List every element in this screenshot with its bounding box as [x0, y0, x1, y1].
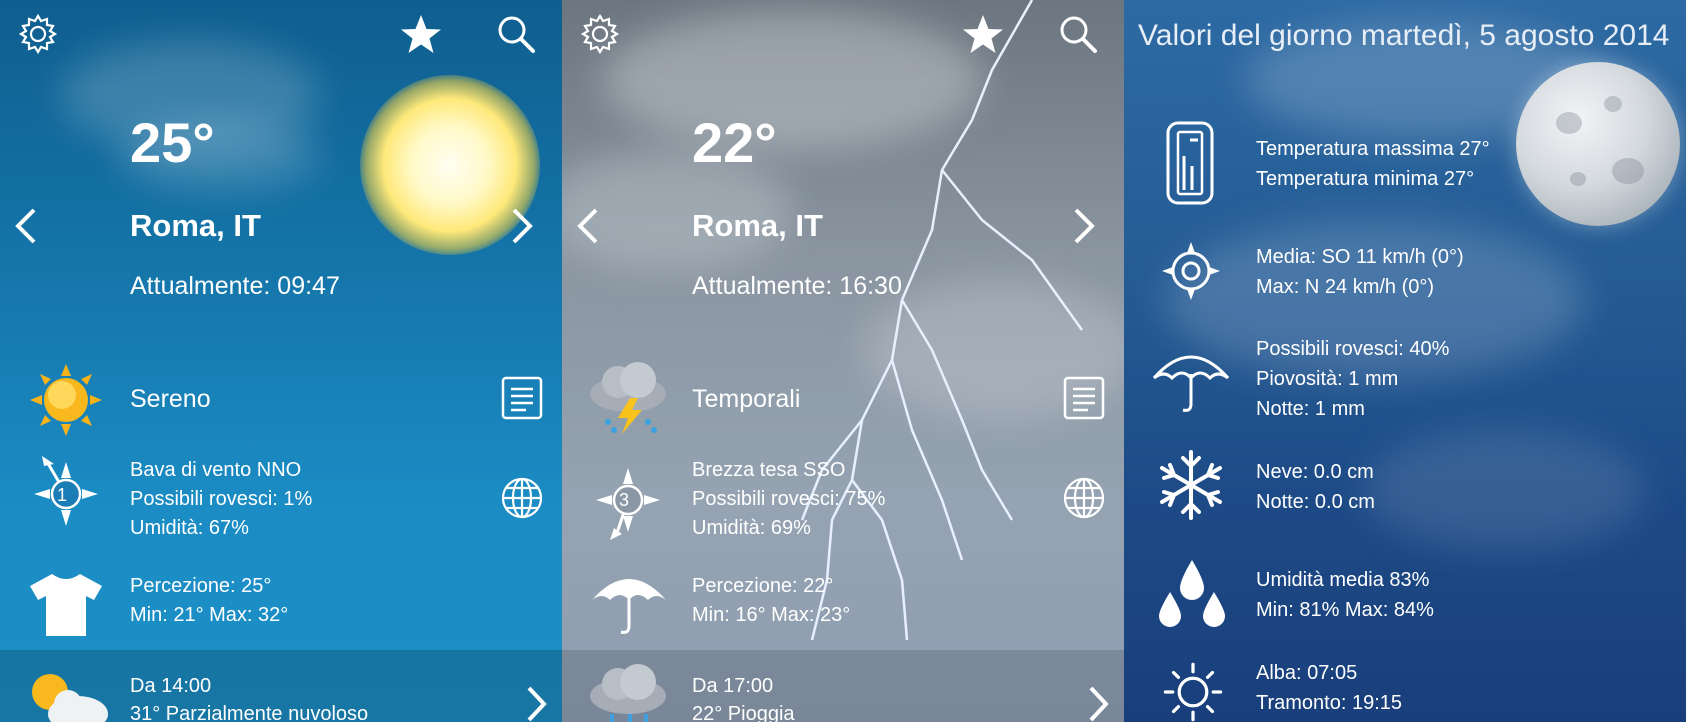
snowflake-icon — [1160, 450, 1222, 520]
night-rainfall: Notte: 1 mm — [1256, 398, 1365, 420]
screen-storm: 22° Roma, IT Attualmente: 16:30 Temporal… — [562, 0, 1124, 722]
snow-amount: Neve: 0.0 cm — [1256, 461, 1374, 483]
current-temperature: 22° — [692, 111, 777, 174]
sun-outline-icon — [1163, 662, 1223, 722]
condition-label: Temporali — [692, 385, 801, 413]
max-wind: Max: N 24 km/h (0°) — [1256, 276, 1435, 298]
wind-force: 3 — [619, 490, 630, 510]
partly-cloudy-icon — [32, 674, 108, 722]
tshirt-icon — [30, 574, 102, 636]
compass-icon — [1162, 242, 1220, 300]
moon-illustration — [1516, 62, 1680, 226]
forecast-summary: 22° Pioggia — [692, 703, 795, 722]
rainfall: Piovosità: 1 mm — [1256, 368, 1399, 390]
wind-details: Bava di vento NNO Possibili rovesci: 1% … — [130, 456, 312, 543]
star-icon[interactable] — [960, 12, 1006, 58]
condition-label: Sereno — [130, 385, 211, 413]
moon-crater — [1570, 172, 1586, 186]
moon-crater — [1612, 158, 1644, 184]
search-icon[interactable] — [1056, 12, 1100, 56]
current-temperature: 25° — [130, 111, 215, 174]
forecast-time: Da 17:00 — [692, 675, 774, 697]
night-snow: Notte: 0.0 cm — [1256, 491, 1375, 513]
chevron-left-icon[interactable] — [12, 206, 40, 246]
document-icon[interactable] — [1062, 375, 1106, 421]
chevron-right-icon[interactable] — [524, 684, 550, 722]
globe-icon[interactable] — [500, 476, 544, 520]
gear-icon[interactable] — [16, 12, 60, 56]
chevron-right-icon[interactable] — [1070, 206, 1098, 246]
forecast-text: Da 14:00 31° Parzialmente nuvoloso — [130, 672, 368, 722]
feel-details: Percezione: 22° Min: 16° Max: 23° — [692, 572, 850, 630]
snow-details: Neve: 0.0 cm Notte: 0.0 cm — [1256, 457, 1375, 517]
average-humidity: Umidità media 83% — [1256, 569, 1430, 591]
thermometer-icon — [1166, 121, 1214, 205]
chevron-left-icon[interactable] — [574, 206, 602, 246]
wind-force: 1 — [57, 485, 68, 505]
min-max-humidity: Min: 81% Max: 84% — [1256, 599, 1434, 621]
cloud-decoration — [1364, 430, 1644, 550]
city-name[interactable]: Roma, IT — [130, 208, 261, 244]
rain-chance: Possibili rovesci: 40% — [1256, 338, 1450, 360]
sunrise-time: Alba: 07:05 — [1256, 662, 1358, 684]
forecast-text: Da 17:00 22° Pioggia — [692, 672, 795, 722]
wind-details: Media: SO 11 km/h (0°) Max: N 24 km/h (0… — [1256, 242, 1464, 302]
umbrella-icon — [592, 579, 666, 634]
search-icon[interactable] — [494, 12, 538, 56]
forecast-row[interactable]: Da 14:00 31° Parzialmente nuvoloso — [0, 650, 562, 722]
feel-details: Percezione: 25° Min: 21° Max: 32° — [130, 572, 288, 630]
rain-icon — [590, 664, 666, 722]
perceived-temperature: Percezione: 25° — [130, 575, 272, 597]
wind-description: Bava di vento NNO — [130, 459, 302, 481]
document-icon[interactable] — [500, 375, 544, 421]
chevron-right-icon[interactable] — [1086, 684, 1112, 722]
moon-crater — [1556, 112, 1582, 134]
umbrella-icon — [1152, 355, 1230, 412]
humidity: Umidità: 67% — [130, 517, 249, 539]
screen-sunny: 25° Roma, IT Attualmente: 09:47 Sereno 1… — [0, 0, 562, 722]
star-icon[interactable] — [398, 12, 444, 58]
forecast-row[interactable]: Da 17:00 22° Pioggia — [562, 650, 1124, 722]
average-wind: Media: SO 11 km/h (0°) — [1256, 246, 1464, 268]
humidity-details: Umidità media 83% Min: 81% Max: 84% — [1256, 565, 1434, 625]
day-title: Valori del giorno martedì, 5 agosto 2014 — [1138, 19, 1670, 52]
chevron-right-icon[interactable] — [508, 206, 536, 246]
sun-icon — [30, 364, 102, 436]
max-temperature: Temperatura massima 27° — [1256, 138, 1490, 160]
moon-crater — [1604, 96, 1622, 112]
forecast-summary: 31° Parzialmente nuvoloso — [130, 703, 369, 722]
wind-details: Brezza tesa SSO Possibili rovesci: 75% U… — [692, 456, 885, 543]
precipitation-chance: Possibili rovesci: 1% — [130, 488, 313, 510]
current-time: Attualmente: 09:47 — [130, 272, 340, 300]
city-name[interactable]: Roma, IT — [692, 208, 823, 244]
sun-details: Alba: 07:05 Tramonto: 19:15 — [1256, 658, 1402, 718]
sunset-time: Tramonto: 19:15 — [1256, 692, 1403, 714]
globe-icon[interactable] — [1062, 476, 1106, 520]
current-time: Attualmente: 16:30 — [692, 272, 902, 300]
perceived-temperature: Percezione: 22° — [692, 575, 834, 597]
wind-description: Brezza tesa SSO — [692, 459, 846, 481]
gear-icon[interactable] — [578, 12, 622, 56]
min-max-temperature: Min: 16° Max: 23° — [692, 604, 851, 626]
forecast-time: Da 14:00 — [130, 675, 212, 697]
min-temperature: Temperatura minima 27° — [1256, 168, 1475, 190]
humidity: Umidità: 69% — [692, 517, 811, 539]
thunderstorm-icon — [590, 362, 666, 434]
screen-day-details: Valori del giorno martedì, 5 agosto 2014… — [1124, 0, 1686, 722]
rain-details: Possibili rovesci: 40% Piovosità: 1 mm N… — [1256, 334, 1449, 424]
precipitation-chance: Possibili rovesci: 75% — [692, 488, 886, 510]
min-max-temperature: Min: 21° Max: 32° — [130, 604, 289, 626]
drops-icon — [1159, 560, 1225, 627]
weather-screens: 25° Roma, IT Attualmente: 09:47 Sereno 1… — [0, 0, 1686, 722]
temperature-details: Temperatura massima 27° Temperatura mini… — [1256, 134, 1490, 194]
